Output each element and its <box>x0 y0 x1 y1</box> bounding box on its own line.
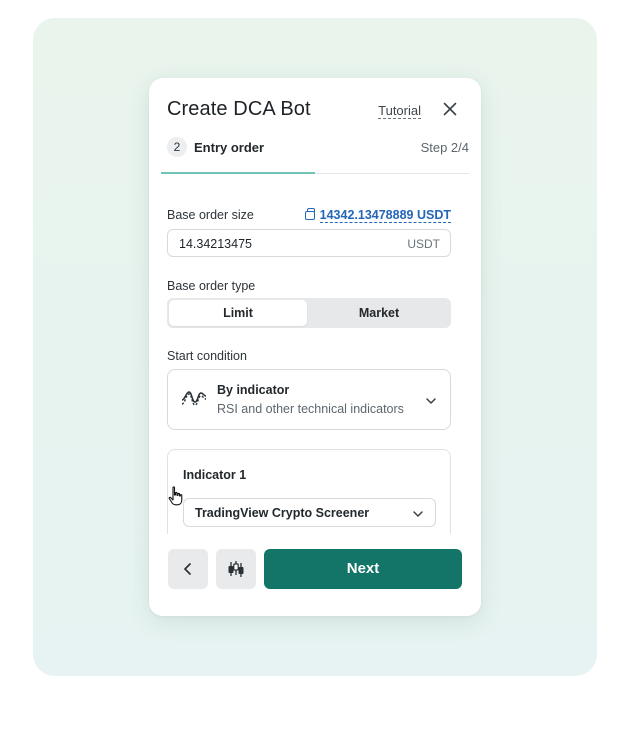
indicator-title: Indicator 1 <box>183 468 247 482</box>
step-number-badge: 2 <box>167 137 187 157</box>
chevron-left-icon <box>184 563 191 575</box>
start-condition-label: Start condition <box>167 349 247 363</box>
candlestick-icon <box>228 561 244 577</box>
indicator-source-value: TradingView Crypto Screener <box>195 506 370 520</box>
base-order-size-input[interactable]: 14.34213475 USDT <box>167 229 451 257</box>
order-type-limit-option[interactable]: Limit <box>169 300 307 326</box>
dialog-title: Create DCA Bot <box>167 98 311 120</box>
stepper: 2 Entry order Step 2/4 <box>161 135 469 174</box>
create-dca-bot-dialog: Create DCA Bot Tutorial 2 Entry order St… <box>149 78 481 616</box>
base-order-type-label: Base order type <box>167 279 256 293</box>
base-order-size-value: 14.34213475 <box>179 237 252 251</box>
back-button[interactable] <box>168 549 208 589</box>
base-order-type-toggle: Limit Market <box>167 298 451 328</box>
chevron-down-icon <box>425 394 437 406</box>
close-icon[interactable] <box>441 100 459 118</box>
strategy-settings-button[interactable] <box>216 549 256 589</box>
start-condition-select[interactable]: By indicator RSI and other technical ind… <box>167 369 451 430</box>
chevron-down-icon <box>412 507 424 519</box>
step-counter: Step 2/4 <box>420 140 469 155</box>
indicator-source-select[interactable]: TradingView Crypto Screener <box>183 498 436 527</box>
tutorial-link[interactable]: Tutorial <box>378 103 421 119</box>
balance-value: 14342.13478889 USDT <box>319 208 451 223</box>
base-order-size-label: Base order size <box>167 208 254 222</box>
order-type-market-option[interactable]: Market <box>309 300 449 326</box>
step-label: Entry order <box>194 140 265 155</box>
step-progress-underline <box>161 172 315 174</box>
dialog-footer: Next <box>149 534 481 616</box>
wallet-icon <box>304 208 315 220</box>
base-order-size-unit: USDT <box>407 237 440 251</box>
indicator-wave-icon <box>181 390 207 410</box>
available-balance-link[interactable]: 14342.13478889 USDT <box>304 208 451 223</box>
dialog-header: Create DCA Bot Tutorial <box>167 98 463 124</box>
start-condition-title: By indicator <box>217 383 290 397</box>
start-condition-subtitle: RSI and other technical indicators <box>217 402 404 416</box>
next-button[interactable]: Next <box>264 549 462 589</box>
